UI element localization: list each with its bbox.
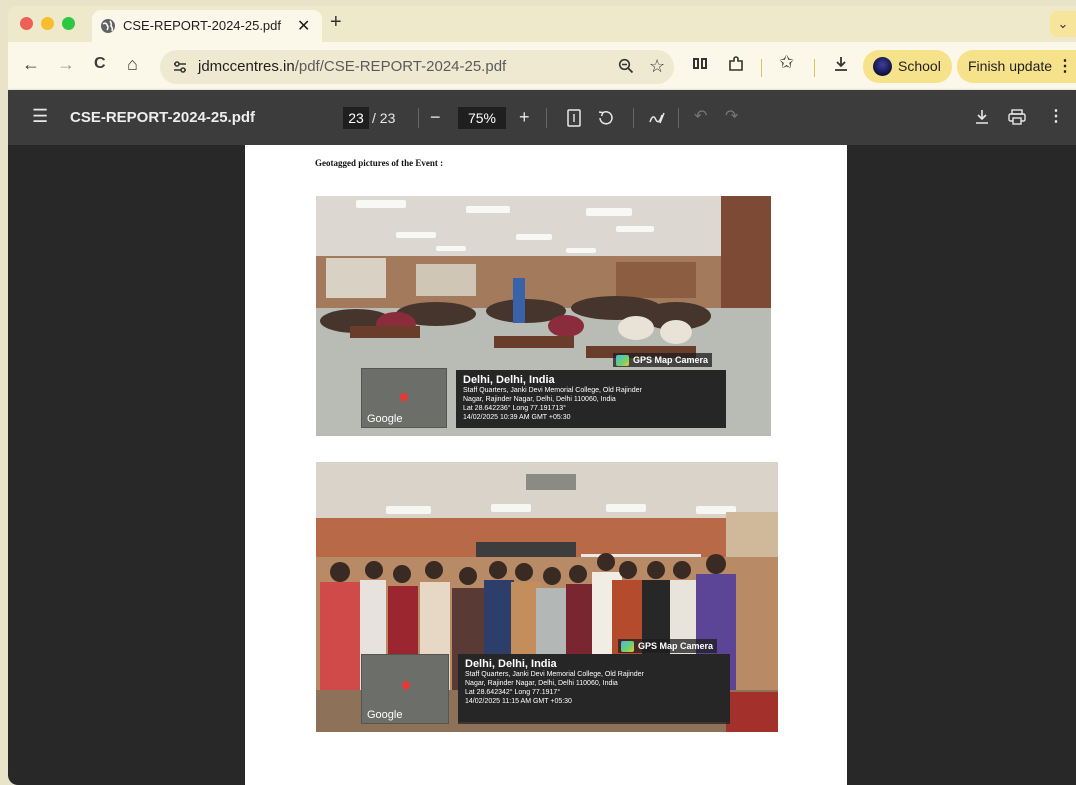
gps-camera-icon — [621, 641, 634, 652]
location-map-thumbnail: Google — [361, 368, 447, 428]
finish-update-button[interactable]: Finish update ⋮ — [957, 50, 1076, 83]
geotag-address-line-1: Staff Quarters, Janki Devi Memorial Coll… — [465, 671, 644, 678]
extension-icon[interactable] — [691, 55, 709, 73]
geotag-coordinates: Lat 28.642236° Long 77.191713° — [463, 405, 566, 412]
geotag-city: Delhi, Delhi, India — [465, 658, 557, 670]
tab-active[interactable]: CSE-REPORT-2024-25.pdf ✕ — [92, 10, 322, 42]
reload-button[interactable]: C — [94, 54, 106, 74]
pdf-viewport[interactable]: Geotagged pictures of the Event : Google… — [8, 145, 1076, 785]
zoom-out-button[interactable]: − — [430, 106, 441, 128]
finish-update-label: Finish update — [968, 58, 1053, 74]
bookmarks-icon[interactable]: ✩ — [779, 53, 794, 71]
map-pin-icon — [398, 391, 410, 403]
puzzle-extensions-icon[interactable] — [727, 55, 745, 73]
close-window-button[interactable] — [20, 17, 33, 30]
browser-window: CSE-REPORT-2024-25.pdf ✕ + ⌄ ← → C ⌂ jdm… — [8, 6, 1076, 785]
pdf-download-icon[interactable] — [974, 109, 990, 125]
browser-toolbar: ← → C ⌂ jdmccentres.in/pdf/CSE-REPORT-20… — [8, 42, 1076, 90]
zoom-in-button[interactable]: + — [519, 106, 530, 128]
profile-button[interactable]: School — [863, 50, 952, 83]
location-map-thumbnail: Google — [361, 654, 449, 724]
geotag-timestamp: 14/02/2025 10:39 AM GMT +05:30 — [463, 414, 571, 421]
forward-button[interactable]: → — [57, 54, 75, 74]
redo-icon[interactable]: ↷ — [725, 106, 738, 128]
home-button[interactable]: ⌂ — [127, 54, 138, 74]
google-map-brand: Google — [367, 413, 403, 425]
page-caption: Geotagged pictures of the Event : — [315, 158, 444, 168]
event-photo-1: Google GPS Map Camera Delhi, Delhi, Indi… — [316, 196, 771, 436]
toolbar-divider — [761, 59, 762, 77]
site-info-icon[interactable] — [172, 59, 188, 75]
geotag-address-line-1: Staff Quarters, Janki Devi Memorial Coll… — [463, 387, 642, 394]
geotag-address-line-2: Nagar, Rajinder Nagar, Delhi, Delhi 1100… — [463, 396, 616, 403]
minimize-window-button[interactable] — [41, 17, 54, 30]
undo-icon[interactable]: ↶ — [694, 106, 707, 128]
url-text[interactable]: jdmccentres.in/pdf/CSE-REPORT-2024-25.pd… — [198, 58, 506, 75]
pdf-title: CSE-REPORT-2024-25.pdf — [70, 109, 256, 126]
tab-strip: CSE-REPORT-2024-25.pdf ✕ + ⌄ — [8, 6, 1076, 42]
tab-search-button[interactable]: ⌄ — [1050, 11, 1076, 37]
page-total: / 23 — [372, 110, 396, 126]
toolbar-divider — [418, 108, 419, 128]
toolbar-divider — [633, 108, 634, 128]
fullscreen-window-button[interactable] — [62, 17, 75, 30]
address-bar[interactable]: jdmccentres.in/pdf/CSE-REPORT-2024-25.pd… — [160, 50, 674, 84]
toolbar-divider — [678, 108, 679, 128]
tab-title: CSE-REPORT-2024-25.pdf — [123, 18, 281, 33]
google-map-brand: Google — [367, 709, 403, 721]
geotag-address-line-2: Nagar, Rajinder Nagar, Delhi, Delhi 1100… — [465, 680, 618, 687]
new-tab-button[interactable]: + — [330, 11, 342, 34]
annotate-icon[interactable] — [648, 109, 666, 127]
toolbar-divider — [546, 108, 547, 128]
zoom-level-input[interactable]: 75% — [458, 107, 506, 129]
back-button[interactable]: ← — [22, 54, 40, 74]
geotag-city: Delhi, Delhi, India — [463, 374, 555, 386]
tab-close-icon[interactable]: ✕ — [297, 16, 310, 36]
event-photo-2: Google GPS Map Camera Delhi, Delhi, Indi… — [316, 462, 778, 732]
geotag-coordinates: Lat 28.642342° Long 77.1917° — [465, 689, 561, 696]
pdf-sidebar-menu-icon[interactable]: ☰ — [32, 106, 48, 127]
gps-camera-badge: GPS Map Camera — [618, 639, 718, 653]
print-icon[interactable] — [1008, 109, 1026, 125]
map-pin-icon — [400, 679, 412, 691]
pdf-page: Geotagged pictures of the Event : Google… — [245, 145, 847, 785]
pdf-toolbar: ☰ CSE-REPORT-2024-25.pdf 23 / 23 − 75% +… — [8, 90, 1076, 145]
avatar — [873, 57, 892, 76]
gps-camera-badge: GPS Map Camera — [613, 353, 713, 367]
gps-camera-icon — [616, 355, 629, 366]
globe-icon — [101, 19, 115, 33]
geotag-stamp: Delhi, Delhi, India Staff Quarters, Jank… — [458, 654, 730, 724]
bookmark-star-icon[interactable]: ☆ — [649, 56, 665, 77]
profile-label: School — [898, 58, 941, 74]
rotate-icon[interactable] — [596, 109, 614, 127]
more-menu-icon[interactable]: ⋮ — [1057, 56, 1073, 76]
toolbar-divider — [814, 59, 815, 77]
zoom-icon[interactable] — [618, 58, 634, 74]
geotag-stamp: Delhi, Delhi, India Staff Quarters, Jank… — [456, 370, 726, 428]
geotag-timestamp: 14/02/2025 11:15 AM GMT +05:30 — [465, 698, 572, 705]
page-number-input[interactable]: 23 — [343, 107, 369, 129]
download-icon[interactable] — [832, 55, 850, 73]
pdf-more-icon[interactable]: ⋮ — [1048, 106, 1064, 128]
fit-page-icon[interactable] — [566, 109, 582, 127]
